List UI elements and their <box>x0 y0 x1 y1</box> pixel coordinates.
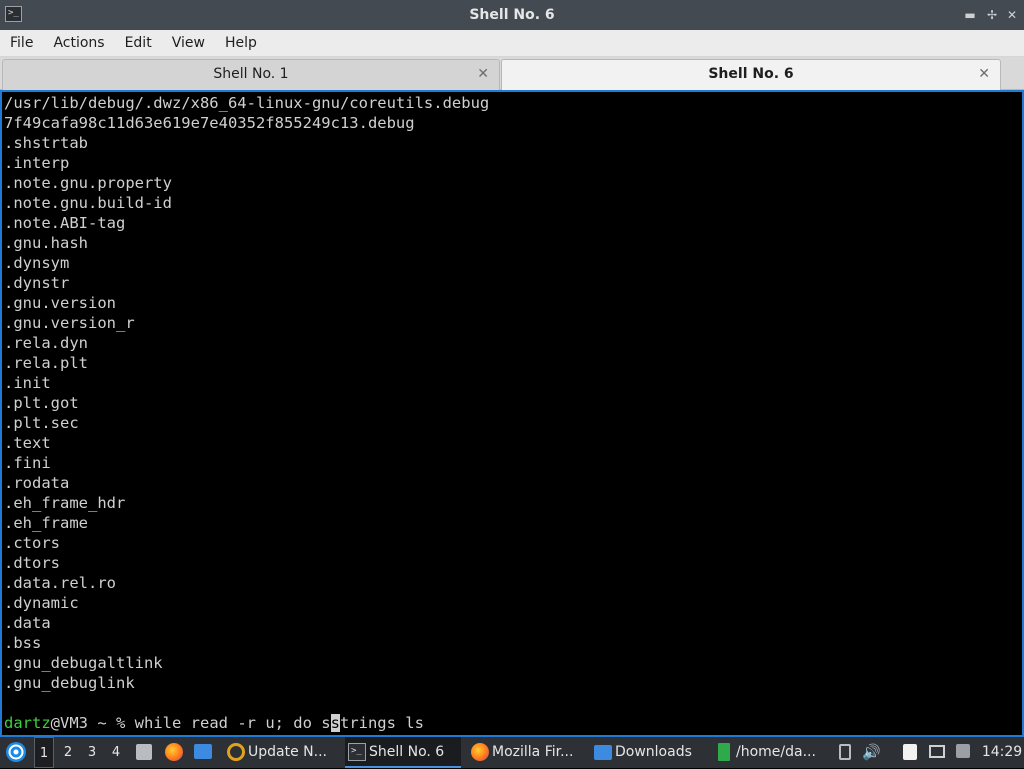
file-manager-launcher[interactable] <box>192 737 214 768</box>
terminal-line: .rodata <box>4 474 70 492</box>
notes-icon <box>903 744 917 760</box>
terminal-line: .dynamic <box>4 594 79 612</box>
task-firefox[interactable]: Mozilla Fir... <box>468 737 586 768</box>
task-home-folder[interactable]: /home/da... <box>712 737 828 768</box>
menu-view[interactable]: View <box>162 30 215 57</box>
close-button[interactable]: ✕ <box>1003 6 1021 24</box>
terminal-line: .gnu.version <box>4 294 116 312</box>
task-label: /home/da... <box>736 744 816 760</box>
workspace-3[interactable]: 3 <box>82 737 102 768</box>
task-label: Shell No. 6 <box>369 744 445 760</box>
terminal-line: .text <box>4 434 51 452</box>
tab-bar: Shell No. 1 ✕ Shell No. 6 ✕ <box>0 57 1024 90</box>
taskbar: 1 2 3 4 Update N... >_ Shell No. 6 Mozil… <box>0 737 1024 768</box>
task-label: Downloads <box>615 744 692 760</box>
clipboard-icon <box>839 744 851 760</box>
terminal-line: .data <box>4 614 51 632</box>
terminal-line: /usr/lib/debug/.dwz/x86_64-linux-gnu/cor… <box>4 94 490 112</box>
tab-shell-1[interactable]: Shell No. 1 ✕ <box>2 59 500 90</box>
terminal-line: .note.ABI-tag <box>4 214 126 232</box>
terminal-line: .dtors <box>4 554 60 572</box>
firefox-icon <box>471 743 489 761</box>
terminal-line: .ctors <box>4 534 60 552</box>
terminal-line: .shstrtab <box>4 134 88 152</box>
file-manager-icon <box>718 743 730 761</box>
menu-help[interactable]: Help <box>215 30 267 57</box>
terminal-line: .fini <box>4 454 51 472</box>
tab-label: Shell No. 6 <box>708 66 794 82</box>
task-label: Mozilla Fir... <box>492 744 574 760</box>
maximize-button[interactable]: ✢ <box>983 6 1001 24</box>
terminal-line: .data.rel.ro <box>4 574 116 592</box>
show-desktop-button[interactable] <box>133 737 155 768</box>
prompt-line[interactable]: dartz@VM3 ~ % while read -r u; do sstrin… <box>4 713 424 733</box>
workspace-1[interactable]: 1 <box>34 737 54 768</box>
terminal-line: .gnu.hash <box>4 234 88 252</box>
tray-clipboard[interactable] <box>836 737 854 768</box>
task-update-notifier[interactable]: Update N... <box>224 737 340 768</box>
task-downloads[interactable]: Downloads <box>591 737 707 768</box>
prompt-host-path: @VM3 ~ % <box>50 714 135 732</box>
text-cursor: s <box>330 714 340 732</box>
terminal-icon: >_ <box>348 743 366 761</box>
volume-icon: 🔊 <box>862 743 881 761</box>
menu-actions[interactable]: Actions <box>43 30 114 57</box>
menu-bar: File Actions Edit View Help <box>0 30 1024 57</box>
network-icon <box>929 745 945 758</box>
terminal-line: .rela.plt <box>4 354 88 372</box>
terminal-line: .dynsym <box>4 254 70 272</box>
tab-close-icon[interactable]: ✕ <box>978 66 990 82</box>
tab-label: Shell No. 1 <box>213 66 289 82</box>
terminal-line: .note.gnu.build-id <box>4 194 172 212</box>
terminal-view[interactable]: /usr/lib/debug/.dwz/x86_64-linux-gnu/cor… <box>0 90 1024 737</box>
task-label: Update N... <box>248 744 327 760</box>
terminal-line: .bss <box>4 634 42 652</box>
workspace-4[interactable]: 4 <box>106 737 126 768</box>
command-text: while read -r u; do s <box>134 714 331 732</box>
terminal-output: /usr/lib/debug/.dwz/x86_64-linux-gnu/cor… <box>4 93 489 713</box>
window-titlebar[interactable]: >_ Shell No. 6 ▬ ✢ ✕ <box>0 0 1024 30</box>
start-menu-button[interactable] <box>4 737 28 768</box>
terminal-line: .rela.dyn <box>4 334 88 352</box>
firefox-launcher[interactable] <box>163 737 185 768</box>
window-title: Shell No. 6 <box>469 7 555 23</box>
tray-network[interactable] <box>927 737 947 768</box>
desktop-icon <box>136 744 152 760</box>
tray-notes[interactable] <box>900 737 920 768</box>
terminal-line: .dynstr <box>4 274 70 292</box>
terminal-line: .gnu_debugaltlink <box>4 654 163 672</box>
terminal-line: 7f49cafa98c11d63e619e7e40352f855249c13.d… <box>4 114 415 132</box>
terminal-line: .gnu.version_r <box>4 314 135 332</box>
tab-shell-6[interactable]: Shell No. 6 ✕ <box>501 59 1001 90</box>
update-tray-icon <box>956 744 970 758</box>
terminal-line: .plt.sec <box>4 414 79 432</box>
minimize-button[interactable]: ▬ <box>961 6 979 24</box>
task-shell-6[interactable]: >_ Shell No. 6 <box>345 737 461 768</box>
tab-close-icon[interactable]: ✕ <box>477 66 489 82</box>
workspace-2[interactable]: 2 <box>58 737 78 768</box>
terminal-line: .eh_frame <box>4 514 88 532</box>
folder-icon <box>594 745 612 760</box>
tray-volume[interactable]: 🔊 <box>862 737 882 768</box>
menu-file[interactable]: File <box>0 30 43 57</box>
clock[interactable]: 14:29 <box>980 737 1024 768</box>
terminal-line: .plt.got <box>4 394 79 412</box>
terminal-line: .interp <box>4 154 70 172</box>
tray-update[interactable] <box>953 737 973 768</box>
terminal-line: .init <box>4 374 51 392</box>
prompt-user: dartz <box>4 714 51 732</box>
window-icon <box>194 744 212 759</box>
terminal-line: .gnu_debuglink <box>4 674 135 692</box>
firefox-icon <box>165 743 183 761</box>
update-icon <box>227 743 245 761</box>
terminal-line: .note.gnu.property <box>4 174 172 192</box>
menu-edit[interactable]: Edit <box>115 30 162 57</box>
terminal-line: .eh_frame_hdr <box>4 494 126 512</box>
lubuntu-logo-icon <box>6 742 26 762</box>
command-text-rest: trings ls <box>339 714 424 732</box>
